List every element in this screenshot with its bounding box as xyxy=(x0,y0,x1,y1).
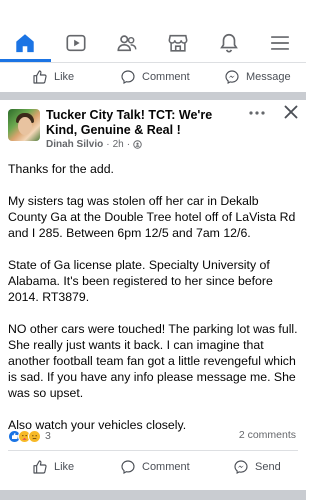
meta-dot: · xyxy=(106,139,110,150)
like-label: Like xyxy=(54,71,75,83)
ellipsis-icon xyxy=(249,111,265,115)
feed-separator xyxy=(0,92,306,100)
comment-icon xyxy=(121,70,135,84)
author-name[interactable]: Dinah Silvio xyxy=(46,139,103,150)
post-time[interactable]: 2h xyxy=(113,139,124,150)
meta-dot-2: · xyxy=(126,139,131,150)
comment-button[interactable]: Comment xyxy=(120,459,190,475)
post-paragraph: State of Ga license plate. Specialty Uni… xyxy=(8,258,273,304)
post-paragraph: Thanks for the add. xyxy=(8,162,114,176)
thumbs-up-icon xyxy=(33,70,47,84)
close-icon xyxy=(284,105,298,119)
more-options-button[interactable] xyxy=(248,106,266,120)
video-tab[interactable] xyxy=(61,30,91,56)
post-paragraph: My sisters tag was stolen off her car in… xyxy=(8,194,296,240)
top-navigation xyxy=(0,0,306,62)
post-action-bar: Like Comment Send xyxy=(0,452,306,482)
reaction-count: 3 xyxy=(45,430,51,442)
post-paragraph: NO other cars were touched! The parking … xyxy=(8,322,298,400)
comment-icon xyxy=(121,460,135,474)
sad-reaction-icon xyxy=(28,429,41,443)
post-divider xyxy=(8,450,298,451)
post-body: Thanks for the add. My sisters tag was s… xyxy=(8,161,300,449)
previous-post-action-bar: Like Comment Message xyxy=(0,62,306,92)
reactions-summary[interactable]: 3 2 comments xyxy=(8,428,300,444)
send-label: Send xyxy=(255,461,281,473)
messenger-icon xyxy=(225,70,239,84)
privacy-group-icon xyxy=(133,140,142,149)
hamburger-menu-icon xyxy=(270,36,290,50)
home-tab[interactable] xyxy=(10,30,40,56)
hide-post-button[interactable] xyxy=(283,104,299,120)
bell-icon xyxy=(220,33,238,53)
video-icon xyxy=(66,34,86,52)
like-button[interactable]: Like xyxy=(32,459,74,475)
messenger-icon xyxy=(234,460,248,474)
send-button[interactable]: Send xyxy=(233,459,281,475)
marketplace-icon xyxy=(168,34,188,52)
group-name[interactable]: Tucker City Talk! TCT: We're Kind, Genui… xyxy=(46,108,241,138)
avatar-face xyxy=(18,117,32,135)
friends-icon xyxy=(117,35,137,52)
previous-post-message-button[interactable]: Message xyxy=(224,69,291,85)
feed-separator-bottom xyxy=(0,490,306,500)
previous-post-comment-button[interactable]: Comment xyxy=(120,69,190,85)
notifications-tab[interactable] xyxy=(214,30,244,56)
comment-label: Comment xyxy=(142,71,190,83)
comment-label: Comment xyxy=(142,461,190,473)
like-label: Like xyxy=(54,461,75,473)
message-label: Message xyxy=(246,71,291,83)
marketplace-tab[interactable] xyxy=(163,30,193,56)
group-avatar[interactable] xyxy=(8,109,40,141)
post-meta: Dinah Silvio · 2h · xyxy=(46,139,142,150)
home-icon xyxy=(16,34,34,53)
previous-post-like-button[interactable]: Like xyxy=(32,69,74,85)
thumbs-up-icon xyxy=(33,460,47,474)
friends-tab[interactable] xyxy=(112,30,142,56)
comments-count[interactable]: 2 comments xyxy=(239,429,296,441)
menu-tab[interactable] xyxy=(265,30,295,56)
